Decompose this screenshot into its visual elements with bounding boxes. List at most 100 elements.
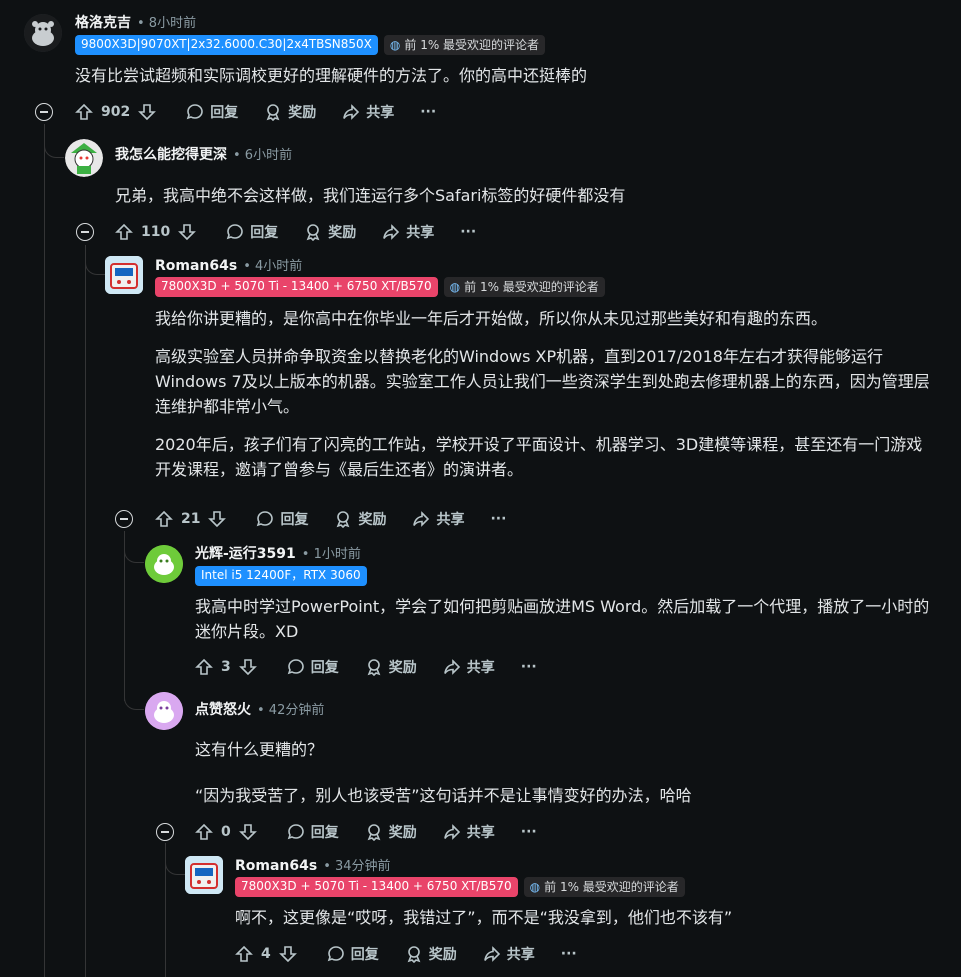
share-button[interactable]: 共享 xyxy=(342,102,394,122)
award-label: 奖励 xyxy=(358,512,387,528)
reply-label: 回复 xyxy=(310,660,339,676)
comment-paragraph: “因为我受苦了，别人也该受苦”这句话并不是让事情变好的办法，哈哈 xyxy=(195,786,692,805)
collapse-icon[interactable] xyxy=(35,103,53,121)
award-label: 奖励 xyxy=(428,947,457,963)
share-button[interactable]: 共享 xyxy=(443,822,495,842)
comment-icon xyxy=(287,824,304,840)
share-icon xyxy=(483,946,500,962)
more-options-button[interactable]: ··· xyxy=(490,511,506,527)
award-label: 奖励 xyxy=(388,660,417,676)
upvote-icon[interactable] xyxy=(155,510,173,528)
downvote-icon[interactable] xyxy=(238,658,257,676)
share-label: 共享 xyxy=(406,225,435,241)
share-icon xyxy=(443,824,460,840)
comment-body: 我高中时学过PowerPoint，学会了如何把剪贴画放进MS Word。然后加载… xyxy=(195,594,935,644)
comment-paragraph: 啊不，这更像是“哎呀，我错过了”，而不是“我没拿到，他们也不该有” xyxy=(235,908,733,927)
user-flair: Intel i5 12400F，RTX 3060 xyxy=(195,566,367,586)
share-button[interactable]: 共享 xyxy=(443,657,495,677)
thread-connector xyxy=(124,540,144,710)
comment-paragraph: 我高中时学过PowerPoint，学会了如何把剪贴画放进MS Word。然后加载… xyxy=(195,597,930,641)
avatar[interactable] xyxy=(185,856,223,894)
share-label: 共享 xyxy=(506,947,535,963)
reply-button[interactable]: 回复 xyxy=(287,822,339,842)
more-options-button[interactable]: ··· xyxy=(561,946,577,962)
reply-button[interactable]: 回复 xyxy=(256,509,308,529)
snoo-avatar-icon xyxy=(105,256,143,294)
thread-line-level-2 xyxy=(85,245,86,977)
award-button[interactable]: 奖励 xyxy=(405,944,457,964)
more-options-button[interactable]: ··· xyxy=(460,224,476,240)
more-options-button[interactable]: ··· xyxy=(420,104,436,120)
user-flair: 7800X3D + 5070 Ti - 13400 + 6750 XT/B570 xyxy=(155,277,438,297)
comment-body: 兄弟，我高中绝不会这样做，我们连运行多个Safari标签的好硬件都没有 xyxy=(115,183,935,208)
share-button[interactable]: 共享 xyxy=(382,222,434,242)
comment-body: 我给你讲更糟的，是你高中在你毕业一年后才开始做，所以你从未见过那些美好和有趣的东… xyxy=(155,306,935,482)
reply-button[interactable]: 回复 xyxy=(327,944,379,964)
avatar[interactable] xyxy=(145,545,183,583)
award-icon xyxy=(266,104,280,121)
comment-icon xyxy=(257,511,274,527)
upvote-icon[interactable] xyxy=(235,945,253,963)
timestamp: • 8小时前 xyxy=(137,16,197,31)
comment-header: Roman64s • 34分钟前 7800X3D + 5070 Ti - 134… xyxy=(235,855,685,897)
username[interactable]: 格洛克吉 xyxy=(75,12,131,32)
more-options-button[interactable]: ··· xyxy=(521,659,537,675)
username[interactable]: Roman64s xyxy=(155,258,237,274)
award-button[interactable]: 奖励 xyxy=(365,657,417,677)
award-label: 奖励 xyxy=(388,825,417,841)
username[interactable]: 点赞怒火 xyxy=(195,699,251,719)
vote-group: 110 xyxy=(115,223,197,241)
top-commenter-badge: ◍ 前 1% 最受欢迎的评论者 xyxy=(443,277,605,297)
avatar[interactable] xyxy=(65,139,103,177)
award-button[interactable]: 奖励 xyxy=(334,509,386,529)
avatar[interactable] xyxy=(105,256,143,294)
reply-button[interactable]: 回复 xyxy=(287,657,339,677)
user-flair: 7800X3D + 5070 Ti - 13400 + 6750 XT/B570 xyxy=(235,877,518,897)
reply-label: 回复 xyxy=(250,225,279,241)
comment-paragraph: 这有什么更糟的？ xyxy=(195,740,324,759)
more-icon: ··· xyxy=(520,824,537,840)
upvote-icon[interactable] xyxy=(195,658,213,676)
comment-actions: 902 回复 奖励 共享 ··· xyxy=(75,97,462,127)
comment-body: 没有比尝试超频和实际调校更好的理解硬件的方法了。你的高中还挺棒的 xyxy=(75,63,935,88)
username[interactable]: 我怎么能挖得更深 xyxy=(115,144,227,164)
username[interactable]: Roman64s xyxy=(235,858,317,874)
username[interactable]: 光辉-运行3591 xyxy=(195,543,296,563)
upvote-icon[interactable] xyxy=(195,823,213,841)
avatar[interactable] xyxy=(145,692,183,730)
share-icon xyxy=(443,659,460,675)
reply-button[interactable]: 回复 xyxy=(226,222,278,242)
upvote-icon[interactable] xyxy=(115,223,133,241)
reply-label: 回复 xyxy=(310,825,339,841)
more-options-button[interactable]: ··· xyxy=(521,824,537,840)
downvote-icon[interactable] xyxy=(238,823,257,841)
vote-count: 110 xyxy=(141,224,171,240)
thread-connector xyxy=(44,124,64,158)
collapse-icon[interactable] xyxy=(115,510,133,528)
award-button[interactable]: 奖励 xyxy=(304,222,356,242)
top-commenter-badge: ◍ 前 1% 最受欢迎的评论者 xyxy=(383,35,546,55)
upvote-icon[interactable] xyxy=(75,103,93,121)
timestamp: • 4小时前 xyxy=(243,259,303,274)
comment-actions: 3 回复 奖励 共享 ··· xyxy=(195,652,563,682)
share-label: 共享 xyxy=(436,512,465,528)
share-button[interactable]: 共享 xyxy=(412,509,464,529)
downvote-icon[interactable] xyxy=(178,223,197,241)
collapse-icon[interactable] xyxy=(156,823,174,841)
downvote-icon[interactable] xyxy=(138,103,157,121)
award-button[interactable]: 奖励 xyxy=(365,822,417,842)
award-button[interactable]: 奖励 xyxy=(264,102,316,122)
badge-label: 前 1% 最受欢迎的评论者 xyxy=(404,38,540,52)
comment-actions: 21 回复 奖励 共享 ··· xyxy=(155,504,532,534)
top-commenter-icon: ◍ xyxy=(449,280,461,294)
downvote-icon[interactable] xyxy=(208,510,227,528)
thread-line-level-1 xyxy=(44,124,45,977)
downvote-icon[interactable] xyxy=(278,945,297,963)
share-button[interactable]: 共享 xyxy=(483,944,535,964)
collapse-icon[interactable] xyxy=(76,223,94,241)
avatar[interactable] xyxy=(24,14,62,52)
share-icon xyxy=(343,104,360,120)
award-icon xyxy=(367,824,381,841)
reply-button[interactable]: 回复 xyxy=(186,102,238,122)
timestamp: • 6小时前 xyxy=(233,148,293,163)
